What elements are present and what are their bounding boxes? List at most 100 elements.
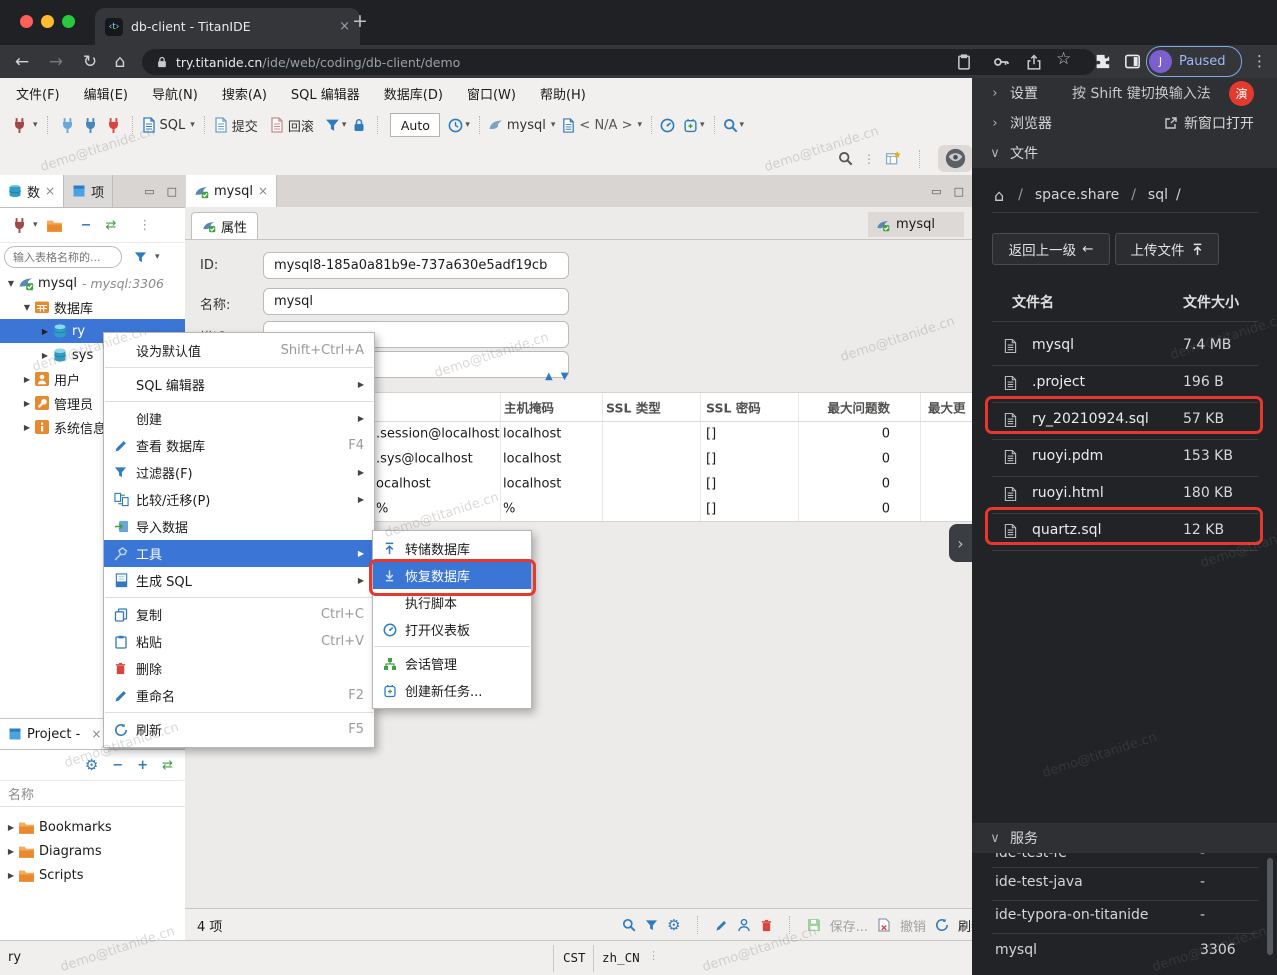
connection-caret-icon[interactable]: ▾ [551, 120, 556, 130]
back-icon[interactable]: ← [10, 45, 34, 78]
commit-label[interactable]: 提交 [232, 116, 258, 135]
tab-close-icon[interactable]: × [258, 184, 268, 198]
file-row-quartz-sql[interactable]: quartz.sql 12 KB [972, 513, 1277, 550]
grant-user-icon[interactable] [737, 918, 751, 932]
tasks-caret-icon[interactable]: ▾ [700, 120, 705, 130]
disconnect-icon[interactable] [105, 117, 122, 134]
rollback-icon[interactable] [269, 117, 285, 133]
external-link-icon[interactable] [1164, 116, 1178, 130]
submenu-item-execute-script[interactable]: 执行脚本 [373, 589, 531, 616]
submenu-item-restore-database[interactable]: 恢复数据库 [373, 562, 531, 589]
rollback-label[interactable]: 回滚 [288, 116, 314, 135]
active-connection-label[interactable]: mysql [507, 118, 546, 133]
service-row-ide-test-java[interactable]: ide-test-java - [972, 867, 1277, 900]
subtab-properties[interactable]: 属性 [191, 212, 259, 239]
menu-item-tools[interactable]: 工具 ▶ [104, 540, 374, 567]
collapse-all-icon[interactable]: − [81, 218, 92, 233]
expand-icon[interactable]: ▶ [38, 351, 52, 360]
menu-item-generate-sql[interactable]: 生成 SQL ▶ [104, 567, 374, 594]
tab-close-icon[interactable]: × [91, 727, 101, 741]
forward-icon[interactable]: → [44, 45, 68, 78]
edit-pencil-icon[interactable] [715, 919, 728, 932]
menu-item-delete[interactable]: 删除 [104, 655, 374, 682]
sql-dropdown-caret-icon[interactable]: ▾ [190, 120, 195, 130]
menu-navigate[interactable]: 导航(N) [140, 84, 210, 103]
tab-projects[interactable]: 项 [64, 175, 114, 207]
filter-caret-icon[interactable]: ▾ [155, 252, 160, 262]
col-max-questions[interactable]: 最大问题数 [798, 398, 890, 417]
active-database-label[interactable]: < N/A > [579, 118, 632, 133]
connect-icon[interactable] [59, 117, 76, 134]
reconnect-icon[interactable] [82, 117, 99, 134]
menu-file[interactable]: 文件(F) [4, 84, 72, 103]
sidebar-section-browser[interactable]: › 浏览器 新窗口打开 [972, 108, 1277, 138]
new-connection-caret-icon[interactable]: ▾ [33, 120, 38, 130]
expand-icon[interactable]: ▶ [38, 327, 52, 336]
file-row-ry-sql[interactable]: ry_20210924.sql 57 KB [972, 402, 1277, 439]
file-row-mysql[interactable]: mysql 7.4 MB [972, 328, 1277, 365]
grid-filter-icon[interactable] [645, 919, 658, 932]
tab-close-icon[interactable]: × [45, 184, 55, 198]
sidebar-collapse-handle[interactable]: › [949, 524, 972, 562]
key-icon[interactable] [992, 54, 1010, 70]
new-connection-icon[interactable] [11, 117, 28, 134]
expand-icon[interactable]: ▶ [4, 847, 18, 856]
col-host-mask[interactable]: 主机掩码 [504, 398, 554, 417]
browser-menu-icon[interactable]: ⋮ [1252, 52, 1267, 70]
collapse-all-icon[interactable]: − [112, 758, 123, 773]
menu-item-create[interactable]: 创建 ▶ [104, 405, 374, 432]
tasks-icon[interactable] [683, 118, 698, 133]
menu-item-rename[interactable]: 重命名 F2 [104, 682, 374, 709]
expand-icon[interactable]: ▼ [20, 303, 34, 312]
revert-doc-icon[interactable] [877, 918, 891, 932]
menu-item-view-database[interactable]: 查看 数据库 F4 [104, 432, 374, 459]
save-floppy-icon[interactable] [807, 918, 821, 932]
database-caret-icon[interactable]: ▾ [637, 120, 642, 130]
delete-trash-icon[interactable] [760, 919, 773, 932]
maximize-panel-icon[interactable]: □ [954, 185, 964, 198]
connection-caret-icon[interactable]: ▾ [33, 220, 38, 230]
table-filter-input[interactable] [4, 246, 122, 268]
search-caret-icon[interactable]: ▾ [740, 120, 745, 130]
menu-item-refresh[interactable]: 刷新 F5 [104, 716, 374, 743]
link-editor-icon[interactable]: ⇄ [105, 218, 116, 233]
new-window-star-icon[interactable] [885, 150, 902, 167]
side-panel-icon[interactable] [1124, 53, 1141, 70]
breadcrumb-space-share[interactable]: space.share [1035, 187, 1119, 203]
refresh-icon[interactable] [935, 918, 949, 932]
settings-gear-icon[interactable]: ⚙ [85, 756, 98, 774]
commit-mode-select[interactable]: Auto [390, 113, 441, 137]
menu-sql-editor[interactable]: SQL 编辑器 [279, 84, 372, 103]
save-label[interactable]: 保存... [830, 916, 868, 935]
grid-search-icon[interactable] [622, 918, 636, 932]
tree-node-connection-mysql[interactable]: ▼ mysql - mysql:3306 [0, 271, 185, 295]
macos-zoom-button[interactable] [62, 15, 75, 28]
macos-close-button[interactable] [20, 15, 33, 28]
editor-tab-mysql[interactable]: mysql × [186, 175, 278, 207]
dashboard-gauge-icon[interactable] [660, 118, 675, 133]
menu-item-import-data[interactable]: 导入数据 [104, 513, 374, 540]
user-avatar-button[interactable] [938, 145, 972, 172]
expand-icon[interactable]: ▶ [20, 399, 34, 408]
menu-item-compare-migrate[interactable]: 比较/迁移(P) ▶ [104, 486, 374, 513]
back-up-level-button[interactable]: 返回上一级 ← [992, 233, 1110, 265]
col-ssl-type[interactable]: SSL 类型 [606, 398, 661, 417]
expand-icon[interactable]: ▶ [4, 871, 18, 880]
tree-node-databases[interactable]: ▼ 数据库 [0, 295, 185, 319]
history-caret-icon[interactable]: ▾ [465, 120, 470, 130]
address-bar[interactable]: try.titanide.cn/ide/web/coding/db-client… [142, 49, 1096, 75]
minimize-panel-icon[interactable]: ▭ [931, 185, 941, 198]
submenu-item-session-manager[interactable]: 会话管理 [373, 650, 531, 677]
file-row-project[interactable]: .project 196 B [972, 365, 1277, 402]
collapse-section-icons[interactable]: ▲▼ [545, 371, 576, 382]
lock-toggle-icon[interactable] [352, 118, 366, 132]
upload-file-button[interactable]: 上传文件 [1115, 233, 1219, 265]
menu-search[interactable]: 搜索(A) [210, 84, 279, 103]
submenu-item-create-new-task[interactable]: 创建新任务... [373, 677, 531, 704]
expand-all-icon[interactable]: + [137, 758, 148, 773]
sidebar-section-files[interactable]: ∨ 文件 [972, 138, 1277, 168]
transaction-caret-icon[interactable]: ▾ [342, 120, 347, 130]
minimize-panel-icon[interactable]: ▭ [144, 185, 154, 198]
col-ssl-cipher[interactable]: SSL 密码 [706, 398, 761, 417]
home-icon[interactable]: ⌂ [108, 45, 132, 78]
